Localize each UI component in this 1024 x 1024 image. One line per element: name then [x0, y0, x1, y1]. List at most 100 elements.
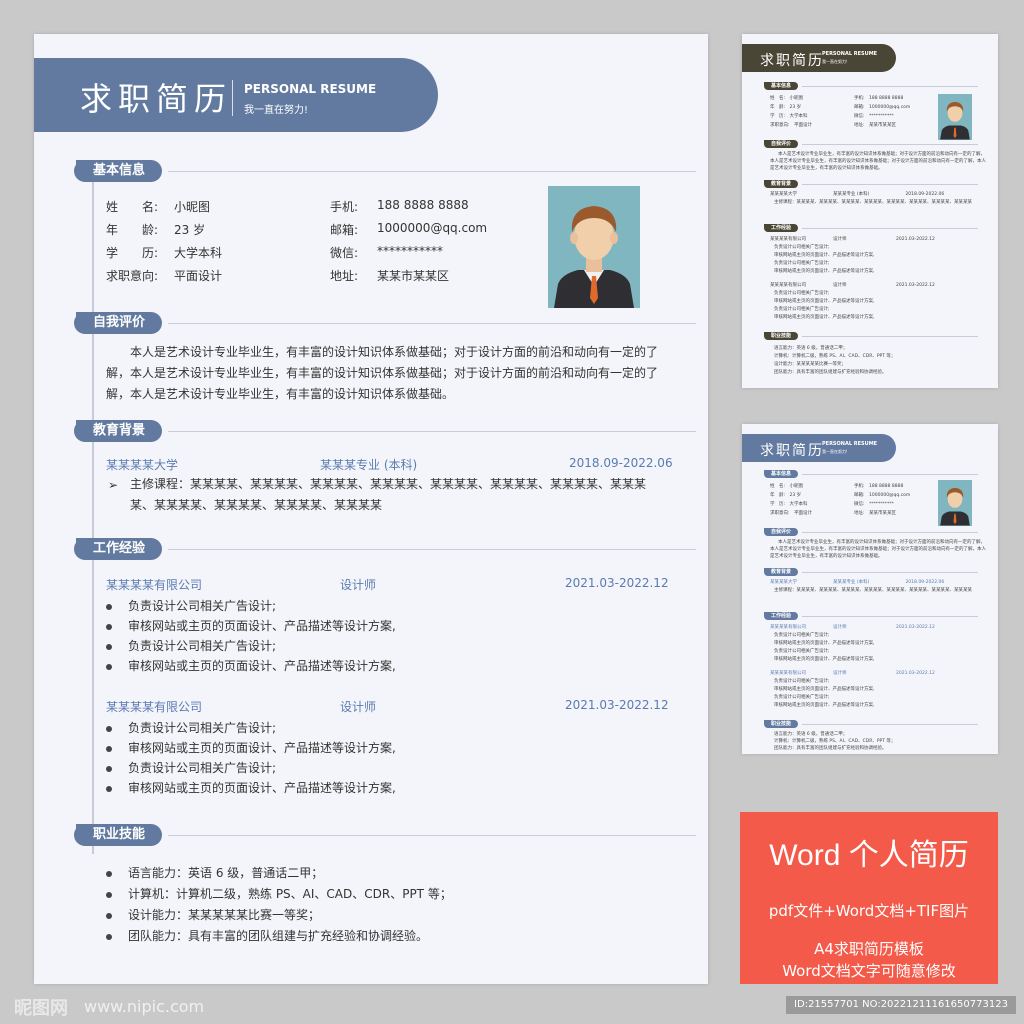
thumb-text: 手机: 188 8888 8888	[854, 96, 904, 101]
divider	[168, 549, 696, 550]
thumb-title: 求职简历	[760, 443, 824, 459]
thumb-text: 负责设计公司相关广告设计;	[774, 679, 830, 684]
thumb-text: 负责设计公司相关广告设计;	[774, 261, 830, 266]
promo-banner: Word 个人简历 pdf文件+Word文档+TIF图片 A4求职简历模板 Wo…	[740, 812, 998, 984]
thumb-text: 团队能力：具有丰富的团队组建与扩充经验和协调经验。	[774, 370, 887, 375]
job-item: 审核网站或主页的页面设计、产品描述等设计方案,	[106, 617, 396, 634]
divider	[168, 171, 696, 172]
thumb-text: 邮箱: 1000000@qq.com	[854, 493, 911, 498]
thumb-text: 某某某某有限公司 设计师 2021.03-2022.12	[770, 283, 935, 288]
thumb-text: 地址: 某某市某某区	[854, 123, 897, 128]
thumb-text: 设计能力：某某某某某比赛一等奖；	[774, 362, 846, 367]
edu-courses: 主修课程：某某某某、某某某某、某某某某、某某某某、某某某某、某某某某、某某某某、…	[130, 477, 647, 512]
skill-item: 设计能力：某某某某某比赛一等奖；	[106, 906, 320, 923]
job-date: 2021.03-2022.12	[565, 576, 669, 590]
divider	[168, 835, 696, 836]
thumb-text: 审核网站或主页的页面设计、产品描述等设计方案,	[774, 641, 875, 646]
thumb-section: 工作经验	[764, 612, 798, 620]
bullet-icon	[106, 870, 112, 877]
resume-title-bar: 求职简历 PERSONAL RESUME 我一直在努力!	[34, 58, 438, 132]
self-eval-text: 本人是艺术设计专业毕业生，有丰富的设计知识体系做基础；对于设计方面的前沿和动向有…	[106, 345, 659, 401]
thumb-text: 某某某某大学 某某某专业 (本科) 2018.09-2022.06	[770, 192, 945, 197]
thumb-text: 审核网站或主页的页面设计、产品描述等设计方案,	[774, 703, 875, 708]
thumb-text: 微信: ***********	[854, 502, 894, 507]
thumb-text: 微信: ***********	[854, 114, 894, 119]
divider	[802, 616, 978, 617]
divider	[802, 724, 978, 725]
thumb-text: 姓 名: 小昵图	[770, 484, 804, 489]
thumb-text: 求职意向: 平面设计	[770, 123, 813, 128]
thumb-text: 姓 名: 小昵图	[770, 96, 804, 101]
bullet-icon	[106, 643, 112, 650]
basic-label: 学 历:	[106, 246, 159, 260]
thumb-section: 基本信息	[764, 470, 798, 478]
job-title: 设计师	[340, 578, 377, 592]
job-company: 某某某某有限公司	[106, 578, 203, 592]
thumb-text: 审核网站或主页的页面设计、产品描述等设计方案,	[774, 315, 875, 320]
resume-page: 求职简历 PERSONAL RESUME 我一直在努力! 基本信息 姓 名: 小…	[34, 34, 708, 984]
bullet-icon	[106, 745, 112, 752]
thumb-text: 某某某某大学 某某某专业 (本科) 2018.09-2022.06	[770, 580, 945, 585]
section-title: 工作经验	[74, 538, 162, 560]
basic-value: 小昵图	[174, 200, 211, 214]
resume-title: 求职简历	[80, 80, 233, 118]
thumb-text: 邮箱: 1000000@qq.com	[854, 105, 911, 110]
thumb-text: 本人是艺术设计专业毕业生，有丰富的设计知识体系做基础；对于设计方面的前沿和动向有…	[770, 547, 986, 552]
job-company: 某某某某有限公司	[106, 700, 203, 714]
bullet-icon	[106, 603, 112, 610]
edu-date: 2018.09-2022.06	[569, 456, 673, 470]
bullet-icon	[106, 912, 112, 919]
thumb-title: 求职简历	[760, 53, 824, 69]
resume-subtitle: 我一直在努力!	[244, 105, 309, 116]
section-title: 自我评价	[74, 312, 162, 334]
section-title: 教育背景	[74, 420, 162, 442]
skill-item: 语言能力：英语 6 级，普通话二甲；	[106, 864, 323, 881]
thumb-text: 审核网站或主页的页面设计、产品描述等设计方案,	[774, 687, 875, 692]
section-title: 职业技能	[74, 824, 162, 846]
thumb-text: 主修课程：某某某某、某某某某、某某某某、某某某某、某某某某、某某某某、某某某某、…	[774, 200, 972, 205]
divider	[802, 184, 978, 185]
thumb-section: 基本信息	[764, 82, 798, 90]
thumb-text: 审核网站或主页的页面设计、产品描述等设计方案,	[774, 253, 875, 258]
title-divider	[232, 80, 233, 116]
thumb-text: 审核网站或主页的页面设计、产品描述等设计方案,	[774, 269, 875, 274]
thumb-subtitle: 我一直在努力!	[822, 449, 848, 454]
contact-label: 手机:	[330, 200, 359, 214]
thumb-text: 负责设计公司相关广告设计;	[774, 633, 830, 638]
timeline-line	[92, 174, 94, 854]
banner-line: Word文档文字可随意修改	[782, 962, 956, 980]
edu-school: 某某某某大学	[106, 458, 179, 472]
thumb-text: 计算机：计算机二级，熟练 PS、AI、CAD、CDR、PPT 等；	[774, 354, 896, 359]
banner-title: Word 个人简历	[769, 839, 969, 872]
job-title: 设计师	[340, 700, 377, 714]
thumb-text: 是艺术设计专业毕业生，有丰富的设计知识体系做基础。	[770, 554, 883, 559]
thumb-text: 某某某某有限公司 设计师 2021.03-2022.12	[770, 671, 935, 676]
thumb-section: 职业技能	[764, 332, 798, 340]
basic-label: 求职意向:	[106, 269, 159, 283]
contact-value: 1000000@qq.com	[377, 221, 488, 235]
thumb-text: 手机: 188 8888 8888	[854, 484, 904, 489]
divider	[168, 323, 696, 324]
thumb-subtitle: 我一直在努力!	[822, 59, 848, 64]
skill-item: 团队能力：具有丰富的团队组建与扩充经验和协调经验。	[106, 927, 428, 944]
bullet-icon	[106, 891, 112, 898]
avatar-photo	[548, 186, 640, 308]
thumb-title-bar: 求职简历 PERSONAL RESUME 我一直在努力!	[742, 434, 896, 462]
thumb-section: 教育背景	[764, 180, 798, 188]
thumb-text: 求职意向: 平面设计	[770, 511, 813, 516]
divider	[802, 144, 978, 145]
thumb-avatar	[938, 94, 972, 140]
thumb-title-en: PERSONAL RESUME	[822, 441, 878, 447]
thumb-text: 语言能力：英语 6 级，普通话二甲；	[774, 346, 848, 351]
thumb-section: 职业技能	[764, 720, 798, 728]
thumb-text: 学 历: 大学本科	[770, 502, 808, 507]
bullet-icon	[106, 785, 112, 792]
contact-label: 地址:	[330, 269, 359, 283]
thumb-text: 本人是艺术设计专业毕业生，有丰富的设计知识体系做基础；对于设计方面的前沿和动向有…	[770, 159, 986, 164]
thumb-text: 年 龄: 23 岁	[770, 493, 802, 498]
divider	[802, 228, 978, 229]
thumb-section: 教育背景	[764, 568, 798, 576]
contact-value: 188 8888 8888	[377, 198, 469, 212]
thumb-text: 审核网站或主页的页面设计、产品描述等设计方案,	[774, 657, 875, 662]
resume-title-en: PERSONAL RESUME	[244, 82, 377, 96]
